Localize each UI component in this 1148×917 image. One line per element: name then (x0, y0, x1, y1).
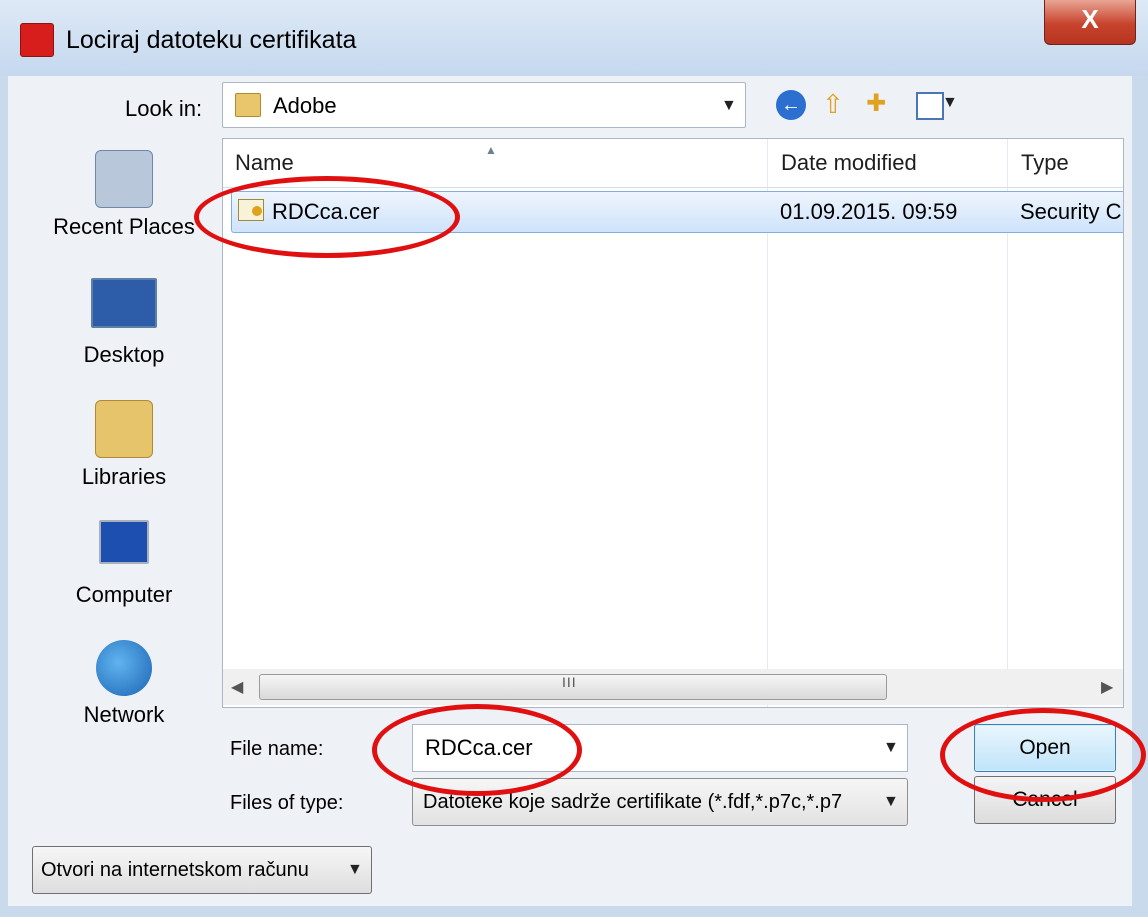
up-folder-icon[interactable]: ⇧ (822, 90, 852, 118)
file-type-dropdown[interactable]: Datoteke koje sadrže certifikate (*.fdf,… (412, 778, 908, 826)
column-header-date-modified[interactable]: Date modified (781, 139, 917, 187)
open-online-account-button[interactable]: Otvori na internetskom računu ▼ (32, 846, 372, 894)
adobe-acrobat-icon (20, 23, 54, 57)
place-label: Desktop (83, 342, 165, 367)
file-type-label: Files of type: (230, 792, 344, 814)
file-name-input[interactable]: RDCca.cer ▼ (412, 724, 908, 772)
place-label: Libraries (81, 464, 167, 489)
sort-ascending-icon: ▲ (485, 143, 497, 157)
open-online-label: Otvori na internetskom računu (41, 859, 309, 881)
open-certificate-dialog: Lociraj datoteku certifikata X Look in: … (0, 0, 1148, 917)
computer-icon (99, 520, 149, 564)
new-folder-icon[interactable]: ✚ (866, 90, 902, 118)
libraries-icon (95, 400, 153, 458)
view-menu-icon[interactable] (916, 92, 944, 120)
file-type-value: Datoteke koje sadrže certifikate (*.fdf,… (423, 791, 843, 813)
place-label: Network (83, 702, 165, 727)
horizontal-scrollbar[interactable]: ◀ III ▶ (223, 669, 1123, 705)
chevron-down-icon[interactable]: ▼ (721, 97, 737, 115)
network-icon (96, 640, 152, 696)
place-recent-places[interactable]: Recent Places (38, 150, 210, 240)
file-type-cell: Security C (1020, 199, 1122, 224)
file-list[interactable]: Name ▲ Date modified Type RDCca.cer 01.0… (222, 138, 1124, 708)
scroll-right-icon[interactable]: ▶ (1101, 677, 1113, 697)
scrollbar-thumb[interactable]: III (259, 674, 887, 700)
scroll-left-icon[interactable]: ◀ (231, 677, 243, 697)
place-desktop[interactable]: Desktop (38, 278, 210, 368)
look-in-value: Adobe (273, 93, 337, 118)
file-date-cell: 01.09.2015. 09:59 (780, 199, 958, 224)
desktop-icon (91, 278, 157, 328)
column-header-name[interactable]: Name (235, 139, 294, 187)
open-button[interactable]: Open (974, 724, 1116, 772)
look-in-label: Look in: (125, 96, 203, 121)
close-icon: X (1081, 4, 1099, 34)
scrollbar-grip: III (562, 674, 577, 690)
folder-icon (235, 93, 261, 117)
place-computer[interactable]: Computer (38, 520, 210, 608)
window-title: Lociraj datoteku certifikata (66, 26, 357, 54)
view-menu-chevron-icon[interactable]: ▼ (942, 94, 958, 122)
look-in-dropdown[interactable]: Adobe ▼ (222, 82, 746, 128)
close-button[interactable]: X (1044, 0, 1136, 45)
recent-places-icon (95, 150, 153, 208)
file-name-cell: RDCca.cer (272, 199, 380, 224)
chevron-down-icon[interactable]: ▼ (347, 861, 363, 879)
file-name-value: RDCca.cer (425, 735, 533, 760)
chevron-down-icon[interactable]: ▼ (883, 739, 899, 757)
place-libraries[interactable]: Libraries (38, 400, 210, 490)
chevron-down-icon[interactable]: ▼ (883, 793, 899, 811)
header-divider (223, 187, 1123, 188)
title-bar[interactable]: Lociraj datoteku certifikata X (0, 0, 1148, 76)
back-icon[interactable]: ← (776, 90, 806, 120)
place-label: Recent Places (53, 214, 195, 239)
file-row[interactable]: RDCca.cer 01.09.2015. 09:59 Security C (231, 191, 1123, 233)
place-network[interactable]: Network (38, 640, 210, 728)
column-header-type[interactable]: Type (1021, 139, 1069, 187)
certificate-seal-icon (252, 206, 262, 216)
places-bar: Recent Places Desktop Libraries Computer… (38, 136, 210, 736)
file-name-label: File name: (230, 738, 324, 760)
place-label: Computer (75, 582, 173, 607)
cancel-button[interactable]: Cancel (974, 776, 1116, 824)
